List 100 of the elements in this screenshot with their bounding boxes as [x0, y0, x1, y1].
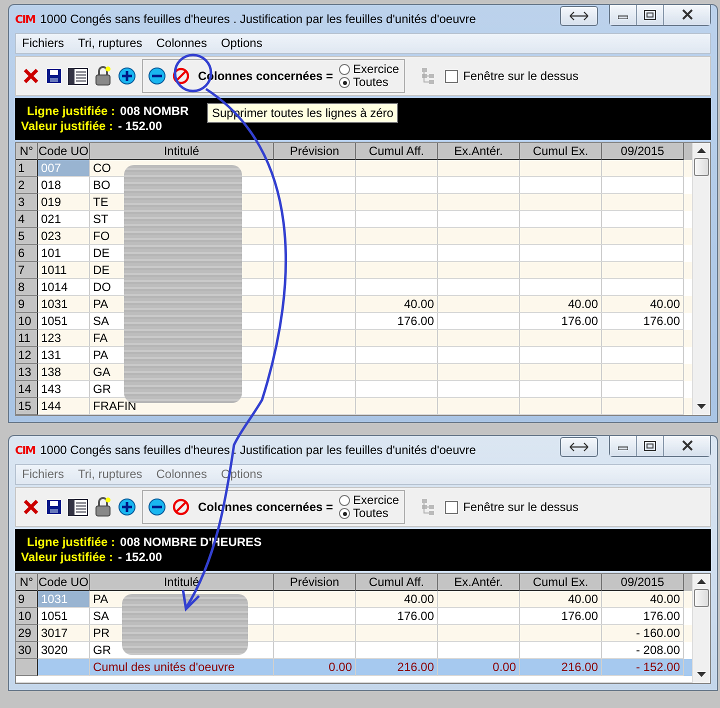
menu-item[interactable]: Colonnes: [156, 36, 207, 51]
plus-icon[interactable]: [118, 498, 136, 516]
table-cell: 1031: [38, 591, 90, 608]
menu-item[interactable]: Fichiers: [22, 467, 64, 482]
row-number: 7: [16, 262, 38, 279]
row-number: [16, 659, 38, 676]
row-number: 14: [16, 381, 38, 398]
info-label: Valeur justifiée :: [21, 119, 114, 133]
table-cell: 007: [38, 160, 90, 177]
menu-item[interactable]: Tri, ruptures: [78, 467, 142, 482]
menu-item[interactable]: Fichiers: [22, 36, 64, 51]
window-title: 1000 Congés sans feuilles d'heures . Justification par les feuilles d'unités d'oeuvre: [40, 12, 476, 26]
scrollbar[interactable]: [692, 574, 710, 683]
column-header[interactable]: Ex.Antér.: [438, 143, 520, 160]
row-number: 5: [16, 228, 38, 245]
plus-icon[interactable]: [118, 67, 136, 85]
column-header[interactable]: Code UO: [38, 143, 90, 160]
info-label: Valeur justifiée :: [21, 550, 114, 564]
row-number: 4: [16, 211, 38, 228]
table-cell: 123: [38, 330, 90, 347]
prohibited-icon[interactable]: [172, 498, 190, 516]
info-value: 008 NOMBR: [120, 104, 189, 118]
radio-option[interactable]: Toutes: [339, 76, 400, 89]
scroll-down-icon[interactable]: [697, 404, 706, 410]
row-number: 13: [16, 364, 38, 381]
prohibited-icon[interactable]: [172, 67, 190, 85]
scrollbar[interactable]: [692, 143, 710, 415]
close-button[interactable]: [664, 4, 710, 24]
info-value: - 152.00: [118, 550, 162, 564]
close-button[interactable]: [664, 436, 710, 456]
minus-icon[interactable]: [148, 67, 166, 85]
scroll-up-icon[interactable]: [697, 579, 706, 585]
column-header[interactable]: Cumul Ex.: [520, 574, 602, 591]
scroll-thumb[interactable]: [694, 158, 709, 176]
save-icon[interactable]: [46, 499, 62, 515]
row-number: 8: [16, 279, 38, 296]
radio-option[interactable]: Exercice: [339, 494, 400, 507]
app-logo: CIM: [15, 12, 36, 26]
row-number: 10: [16, 313, 38, 330]
lock-icon[interactable]: [94, 497, 112, 517]
table-cell: - 160.00: [602, 625, 684, 642]
menu-item[interactable]: Colonnes: [156, 467, 207, 482]
checkbox[interactable]: [445, 500, 458, 514]
column-header[interactable]: Intitulé: [90, 574, 274, 591]
on-top-checkbox[interactable]: Fenêtre sur le dessus: [445, 500, 578, 514]
menu-item[interactable]: Options: [220, 36, 262, 51]
restore-icon: [644, 10, 656, 20]
table-cell: 019: [38, 194, 90, 211]
radio-option[interactable]: Toutes: [339, 507, 400, 520]
row-number: 10: [16, 608, 38, 625]
lock-icon[interactable]: [94, 66, 112, 86]
radio-option[interactable]: Exercice: [339, 63, 400, 76]
checkbox[interactable]: [445, 70, 458, 82]
row-number: 15: [16, 398, 38, 415]
scroll-thumb[interactable]: [694, 589, 709, 607]
column-header[interactable]: Intitulé: [90, 143, 274, 160]
column-header[interactable]: N°: [16, 143, 38, 160]
radio-button[interactable]: [339, 508, 350, 519]
row-number: 1: [16, 160, 38, 177]
table-icon[interactable]: [68, 68, 88, 84]
column-header[interactable]: Cumul Aff.: [356, 143, 438, 160]
restore-icon: [644, 440, 656, 450]
delete-icon[interactable]: [22, 498, 40, 516]
scroll-down-icon[interactable]: [697, 672, 706, 678]
column-header[interactable]: Cumul Ex.: [520, 143, 602, 160]
scroll-up-icon[interactable]: [697, 148, 706, 154]
minus-icon[interactable]: [148, 498, 166, 516]
maximize-button[interactable]: [637, 4, 664, 24]
window-title: 1000 Congés sans feuilles d'heures . Justification par les feuilles d'unités d'oeuvre: [40, 443, 476, 457]
minimize-button[interactable]: [610, 4, 637, 24]
table-cell: 40.00: [356, 296, 438, 313]
table-cell: 40.00: [520, 591, 602, 608]
save-icon[interactable]: [46, 68, 62, 84]
table-cell: 1011: [38, 262, 90, 279]
column-header[interactable]: 09/2015: [602, 574, 684, 591]
minimize-button[interactable]: [610, 436, 637, 456]
radio-button[interactable]: [339, 77, 350, 88]
column-header[interactable]: Ex.Antér.: [438, 574, 520, 591]
column-header[interactable]: 09/2015: [602, 143, 684, 160]
radio-button[interactable]: [339, 495, 350, 506]
swap-button[interactable]: [560, 437, 598, 457]
row-number: 9: [16, 591, 38, 608]
column-header[interactable]: N°: [16, 574, 38, 591]
column-header[interactable]: Code UO: [38, 574, 90, 591]
table-icon[interactable]: [68, 498, 88, 516]
table-cell: 138: [38, 364, 90, 381]
column-header[interactable]: Cumul Aff.: [356, 574, 438, 591]
info-label: Ligne justifiée :: [27, 535, 116, 549]
row-number: 12: [16, 347, 38, 364]
table-cell: 144: [38, 398, 90, 415]
table-cell: 3017: [38, 625, 90, 642]
column-header[interactable]: Prévision: [274, 143, 356, 160]
swap-button[interactable]: [560, 6, 598, 26]
delete-icon[interactable]: [22, 67, 40, 85]
maximize-button[interactable]: [637, 436, 664, 456]
column-header[interactable]: Prévision: [274, 574, 356, 591]
menu-item[interactable]: Tri, ruptures: [78, 36, 142, 51]
close-icon: [682, 9, 692, 20]
on-top-checkbox[interactable]: Fenêtre sur le dessus: [445, 69, 578, 83]
radio-button[interactable]: [339, 64, 350, 75]
